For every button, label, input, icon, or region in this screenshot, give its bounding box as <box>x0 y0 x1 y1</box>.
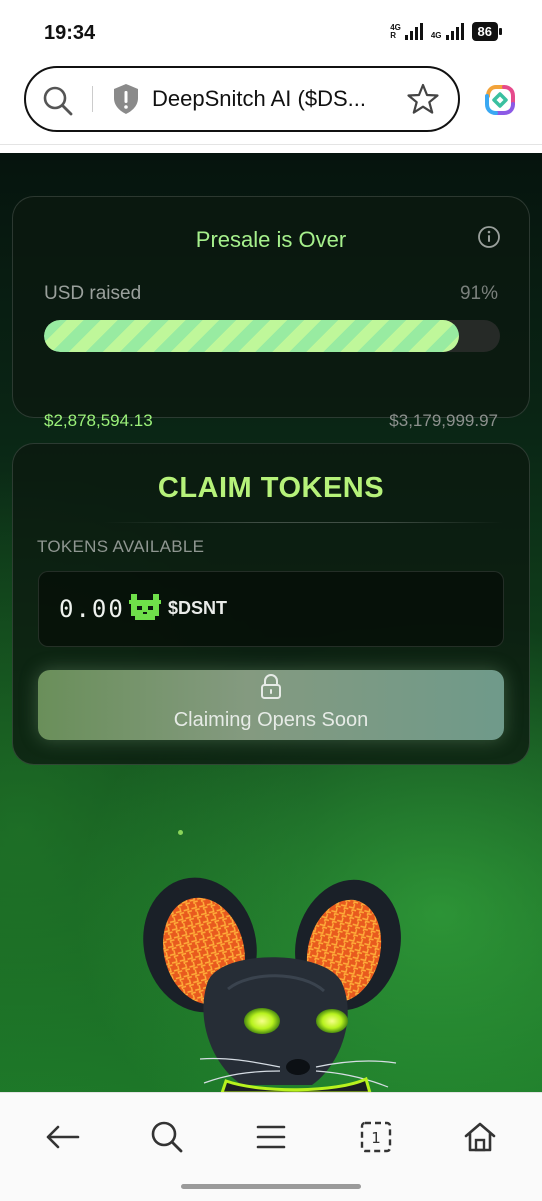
url-text[interactable]: DeepSnitch AI ($DS... <box>152 86 392 112</box>
goal-amount: $3,179,999.97 <box>389 411 498 430</box>
presale-card: Presale is Over USD raised 91% $2,878,59… <box>12 196 530 430</box>
claim-divider <box>103 522 503 523</box>
decorative-dot <box>178 830 183 835</box>
token-logo-icon <box>129 594 161 627</box>
browser-bottom-nav: 1 <box>0 1092 542 1201</box>
claim-title: CLAIM TOKENS <box>157 472 385 504</box>
star-icon[interactable] <box>406 82 440 121</box>
rat-mascot-image <box>130 871 420 1092</box>
extension-logo-icon[interactable] <box>482 82 518 123</box>
status-indicators: 4G R 4G 86 <box>390 22 503 41</box>
tokens-available-box: 0.00 $DSNT <box>38 571 504 647</box>
presale-title: Presale is Over <box>195 227 347 252</box>
claim-card: CLAIM TOKENS TOKENS AVAILABLE 0.00 $DSNT <box>12 443 530 765</box>
tabs-icon[interactable]: 1 <box>354 1115 398 1159</box>
web-page: Presale is Over USD raised 91% $2,878,59… <box>0 153 542 1092</box>
toolbar-divider <box>0 144 542 145</box>
search-icon[interactable] <box>145 1115 189 1159</box>
roaming-flag: R <box>390 31 396 40</box>
gesture-handle[interactable] <box>181 1184 361 1189</box>
status-time: 19:34 <box>44 22 96 44</box>
battery-indicator: 86 <box>471 22 503 41</box>
raised-percent: 91% <box>459 283 498 304</box>
menu-icon[interactable] <box>249 1115 293 1159</box>
tokens-available-label: TOKENS AVAILABLE <box>37 537 205 556</box>
home-icon[interactable] <box>458 1115 502 1159</box>
signal-icon-2: 4G <box>431 23 464 40</box>
token-symbol: $DSNT <box>168 598 228 618</box>
tokens-amount: 0.00 <box>59 595 125 623</box>
search-icon[interactable] <box>42 85 74 122</box>
arrow-left-icon[interactable] <box>40 1115 84 1159</box>
usd-raised-label: USD raised <box>44 283 142 304</box>
address-bar[interactable]: DeepSnitch AI ($DS... <box>24 66 460 132</box>
claim-tokens-button[interactable]: Claiming Opens Soon <box>38 670 504 740</box>
info-icon[interactable] <box>477 225 501 254</box>
presale-progress-bar <box>44 320 500 352</box>
raised-amount: $2,878,594.13 <box>44 411 153 430</box>
status-bar: 19:34 4G R 4G 86 <box>0 0 542 62</box>
network-type-2: 4G <box>430 31 442 40</box>
presale-progress-fill <box>44 320 459 352</box>
signal-icon: 4G R <box>390 23 423 40</box>
shield-warning-icon[interactable] <box>112 83 140 120</box>
address-divider <box>92 86 93 112</box>
tab-count: 1 <box>371 1129 381 1147</box>
claim-button-label: Claiming Opens Soon <box>173 709 369 731</box>
lock-icon <box>259 674 283 705</box>
